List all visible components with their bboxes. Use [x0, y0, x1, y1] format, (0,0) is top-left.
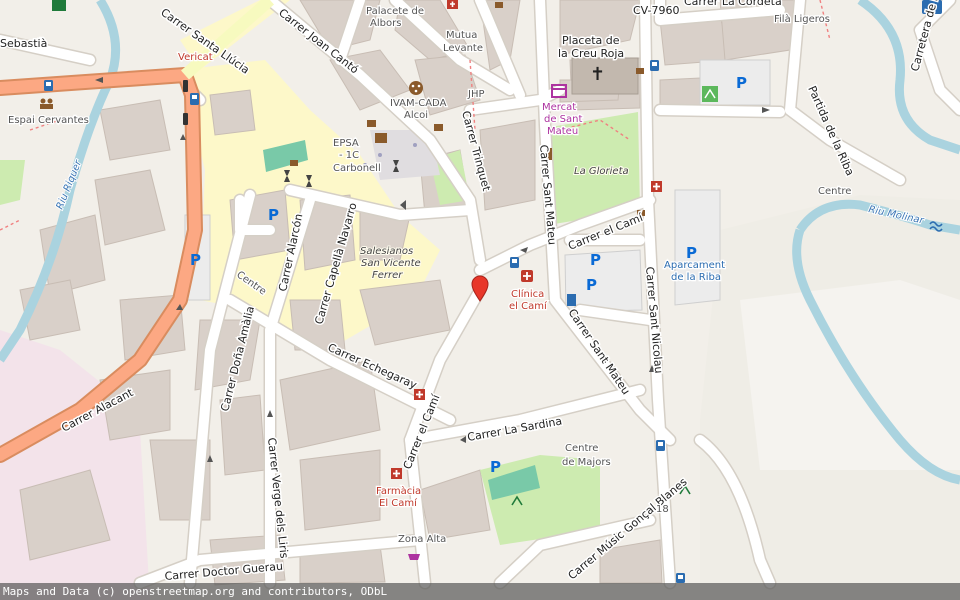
clinic-icon [521, 270, 533, 282]
church-icon: ✝ [590, 64, 605, 85]
poi-label: IVAM-CADA [390, 98, 447, 109]
parking-icon: P [490, 458, 501, 476]
poi-label: JHP [467, 89, 485, 100]
cafe-icon [636, 68, 644, 74]
poi-label: Zona Alta [398, 534, 446, 545]
poi-label: - 1C [339, 150, 359, 161]
fuel-station-icon [567, 294, 576, 306]
cafe-icon [290, 160, 298, 166]
playground-icon [702, 86, 718, 102]
poi-label: de Sant [544, 114, 582, 125]
road-ref-label: CV-7960 [633, 4, 680, 17]
poi-label: Alcoi [404, 110, 428, 121]
bus-stop-icon [676, 573, 685, 583]
poi-label: EPSA [333, 138, 359, 149]
poi-label: Mercat [542, 102, 576, 113]
cafe-icon [434, 124, 443, 131]
poi-label: Mutua [446, 30, 477, 41]
parking-icon: P [586, 276, 597, 294]
poi-label: Palacete de [366, 6, 424, 17]
poi-label: El Camí [379, 497, 418, 509]
map-canvas[interactable]: P P P P P P P ✝ Carrer Santa Llúcia Seba… [0, 0, 960, 600]
area-label: Centre [818, 186, 851, 197]
poi-label: Centre [565, 443, 598, 454]
poi-label: Albors [370, 18, 401, 29]
poi-label: el Camí [509, 300, 548, 312]
bus-stop-icon [650, 60, 659, 71]
parking-icon: P [736, 74, 747, 92]
cafe-icon [367, 120, 376, 127]
street-label: Sebastià [0, 37, 47, 50]
cafe-icon [495, 2, 503, 8]
poi-label: Carbonell [333, 163, 381, 174]
hiking-icon [52, 0, 66, 11]
poi-label: Clínica [511, 288, 544, 300]
poi-label: de la Riba [671, 272, 721, 283]
poi-label: Vericat [178, 52, 213, 63]
parking-icon: P [590, 251, 601, 269]
bus-stop-icon [510, 257, 519, 268]
street-label: Carrer La Cordeta [684, 0, 782, 8]
poi-label: Farmàcia [376, 485, 421, 497]
poi-label: San Vicente [361, 258, 421, 269]
bus-stop-icon [190, 93, 199, 105]
place-label: la Creu Roja [558, 47, 624, 60]
poi-label: Levante [443, 43, 483, 54]
bus-stop-icon [656, 440, 665, 451]
park-label: La Glorieta [574, 166, 629, 177]
poi-label: Espai Cervantes [8, 115, 89, 126]
poi-label: Mateu [547, 126, 578, 137]
parking-icon: P [268, 206, 279, 224]
pharmacy-cross-icon [414, 389, 425, 400]
poi-label: Salesianos [360, 246, 413, 257]
library-icon [375, 133, 387, 143]
parking-icon: P [190, 251, 201, 269]
poi-label: Aparcament [664, 260, 725, 271]
pharmacy-cross-icon [651, 181, 662, 192]
map-view[interactable]: P P P P P P P ✝ Carrer Santa Llúcia Seba… [0, 0, 960, 600]
shop-icon [408, 554, 420, 560]
map-attribution: Maps and Data (c) openstreetmap.org and … [0, 583, 960, 600]
pharmacy-cross-icon [447, 0, 458, 9]
poi-label: Filà Ligeros [774, 13, 830, 25]
bus-stop-icon [44, 80, 53, 91]
poi-label: de Majors [562, 457, 611, 468]
poi-label: Ferrer [372, 270, 403, 281]
house-number-label: 18 [656, 504, 669, 515]
palette-icon [409, 81, 423, 95]
place-label: Placeta de [562, 34, 620, 47]
pharmacy-cross-icon [391, 468, 402, 479]
